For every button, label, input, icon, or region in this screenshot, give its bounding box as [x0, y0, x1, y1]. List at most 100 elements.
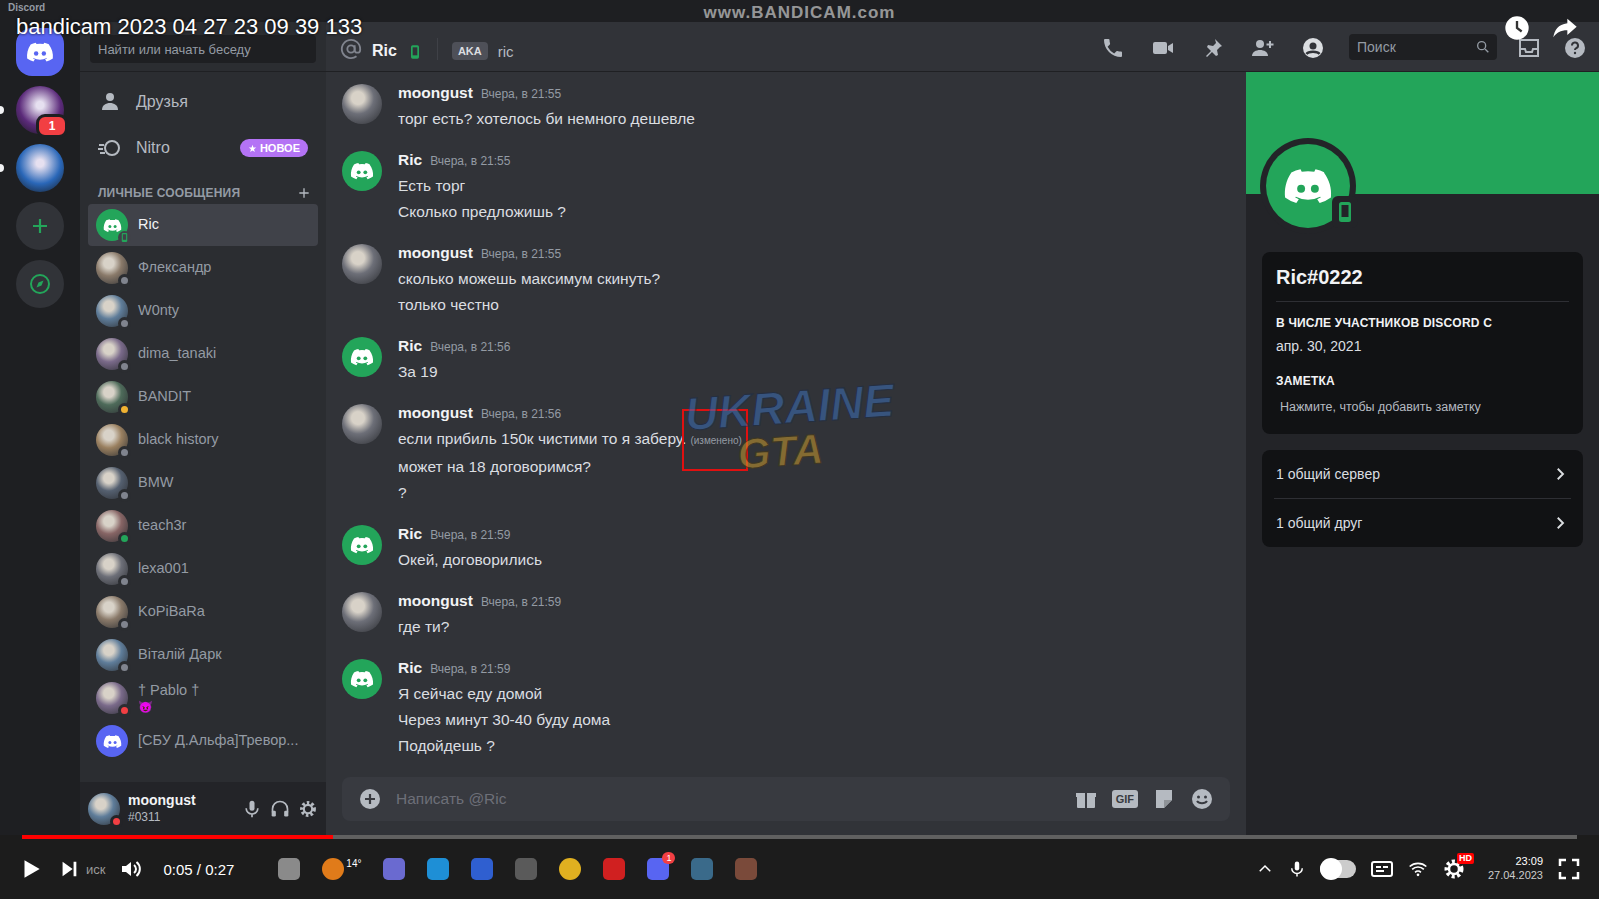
avatar[interactable] [342, 592, 382, 632]
nav-label[interactable]: Nitro [136, 139, 170, 157]
nav-item[interactable]: Друзья [88, 80, 318, 124]
dm-name[interactable]: [СБУ Д.Альфа]Тревор... [138, 732, 298, 749]
taskbar-app-icon[interactable] [735, 858, 757, 880]
dm-item[interactable]: dima_tanaki [88, 333, 318, 375]
phone-call-icon[interactable] [1101, 36, 1125, 60]
server-icon[interactable]: 1 [16, 86, 64, 134]
avatar[interactable] [96, 424, 128, 456]
avatar[interactable] [96, 596, 128, 628]
nav-item[interactable]: NitroНОВОЕ [88, 126, 318, 170]
search-placeholder[interactable]: Поиск [1357, 39, 1396, 55]
fullscreen-icon[interactable] [1557, 857, 1581, 881]
dm-item[interactable]: Флександр [88, 247, 318, 289]
emoji-icon[interactable] [1190, 787, 1214, 811]
dm-item[interactable]: Ric [88, 204, 318, 246]
mutuals-row[interactable]: 1 общий друг [1262, 499, 1583, 547]
avatar[interactable] [342, 525, 382, 565]
dm-item[interactable]: black history [88, 419, 318, 461]
server-icon[interactable] [16, 144, 64, 192]
dm-item[interactable]: W0nty [88, 290, 318, 332]
add-friend-icon[interactable] [1251, 36, 1275, 60]
help-icon[interactable] [1563, 36, 1587, 60]
avatar[interactable] [96, 252, 128, 284]
plus-icon[interactable] [296, 185, 312, 201]
author-name[interactable]: Ric [398, 525, 422, 543]
gift-icon[interactable] [1074, 787, 1098, 811]
taskbar-search[interactable]: иск [86, 862, 105, 877]
avatar[interactable] [96, 725, 128, 757]
dm-name[interactable]: Ric [138, 216, 159, 233]
dm-name[interactable]: teach3r [138, 517, 186, 534]
dm-name[interactable]: Флександр [138, 259, 211, 276]
play-icon[interactable] [18, 856, 44, 882]
dm-item[interactable]: teach3r [88, 505, 318, 547]
author-name[interactable]: moongust [398, 244, 473, 262]
dm-item[interactable]: Віталій Дарк [88, 634, 318, 676]
mutuals-row[interactable]: 1 общий сервер [1262, 450, 1583, 498]
progress-bar[interactable] [22, 835, 1577, 839]
search-field[interactable]: Поиск [1349, 34, 1497, 60]
profile-avatar[interactable] [1260, 138, 1356, 234]
search-placeholder[interactable]: Найти или начать беседу [98, 42, 251, 57]
gif-button[interactable]: GIF [1112, 790, 1138, 808]
avatar[interactable] [96, 381, 128, 413]
taskbar-app-icon[interactable] [559, 858, 581, 880]
author-name[interactable]: Ric [398, 337, 422, 355]
author-name[interactable]: Ric [398, 659, 422, 677]
mutuals-label[interactable]: 1 общий друг [1276, 515, 1362, 531]
avatar[interactable] [96, 209, 128, 241]
taskbar-app-icon[interactable] [427, 858, 449, 880]
taskbar-app-icon[interactable] [603, 858, 625, 880]
avatar[interactable] [342, 659, 382, 699]
taskbar-app-icon[interactable] [278, 858, 300, 880]
dm-name[interactable]: BANDIT [138, 388, 191, 405]
weather-widget[interactable]: 14° [322, 858, 361, 880]
avatar[interactable] [342, 84, 382, 124]
taskbar-app-icon[interactable]: 1 [647, 858, 669, 880]
avatar[interactable] [96, 510, 128, 542]
add-server-button[interactable] [16, 202, 64, 250]
avatar[interactable] [342, 151, 382, 191]
avatar[interactable] [342, 404, 382, 444]
dm-item[interactable]: BMW [88, 462, 318, 504]
volume-icon[interactable] [119, 857, 143, 881]
user-profile-icon[interactable] [1301, 36, 1325, 60]
dm-item[interactable]: † Pablo †😈 [88, 677, 318, 719]
message-input[interactable]: Написать @Ric GIF [342, 777, 1230, 821]
settings-button[interactable]: HD [1442, 857, 1466, 881]
avatar[interactable] [342, 244, 382, 284]
author-name[interactable]: moongust [398, 404, 473, 422]
avatar[interactable] [96, 682, 128, 714]
avatar[interactable] [96, 295, 128, 327]
input-placeholder[interactable]: Написать @Ric [396, 790, 1060, 808]
dm-name[interactable]: lexa001 [138, 560, 189, 577]
dm-item[interactable]: lexa001 [88, 548, 318, 590]
dm-name[interactable]: † Pablo † [138, 682, 199, 699]
dm-item[interactable]: KoPiBaRa [88, 591, 318, 633]
subtitles-icon[interactable] [1370, 857, 1394, 881]
taskbar-app-icon[interactable] [383, 858, 405, 880]
microphone-icon[interactable] [1288, 860, 1306, 878]
author-name[interactable]: moongust [398, 84, 473, 102]
server-icon[interactable] [16, 28, 64, 76]
microphone-icon[interactable] [242, 799, 262, 819]
dm-item[interactable]: [СБУ Д.Альфа]Тревор... [88, 720, 318, 762]
avatar[interactable] [342, 337, 382, 377]
dm-name[interactable]: dima_tanaki [138, 345, 216, 362]
avatar[interactable] [96, 467, 128, 499]
taskbar-app-icon[interactable] [515, 858, 537, 880]
taskbar-app-icon[interactable] [471, 858, 493, 880]
author-name[interactable]: moongust [398, 592, 473, 610]
pin-icon[interactable] [1201, 36, 1225, 60]
dm-name[interactable]: Віталій Дарк [138, 646, 222, 663]
taskbar-app-icon[interactable] [691, 858, 713, 880]
dm-name[interactable]: W0nty [138, 302, 179, 319]
avatar[interactable] [88, 793, 120, 825]
attach-plus-icon[interactable] [358, 787, 382, 811]
avatar[interactable] [96, 338, 128, 370]
author-name[interactable]: Ric [398, 151, 422, 169]
video-call-icon[interactable] [1151, 36, 1175, 60]
sticker-icon[interactable] [1152, 787, 1176, 811]
dm-name[interactable]: KoPiBaRa [138, 603, 205, 620]
dm-name[interactable]: black history [138, 431, 219, 448]
